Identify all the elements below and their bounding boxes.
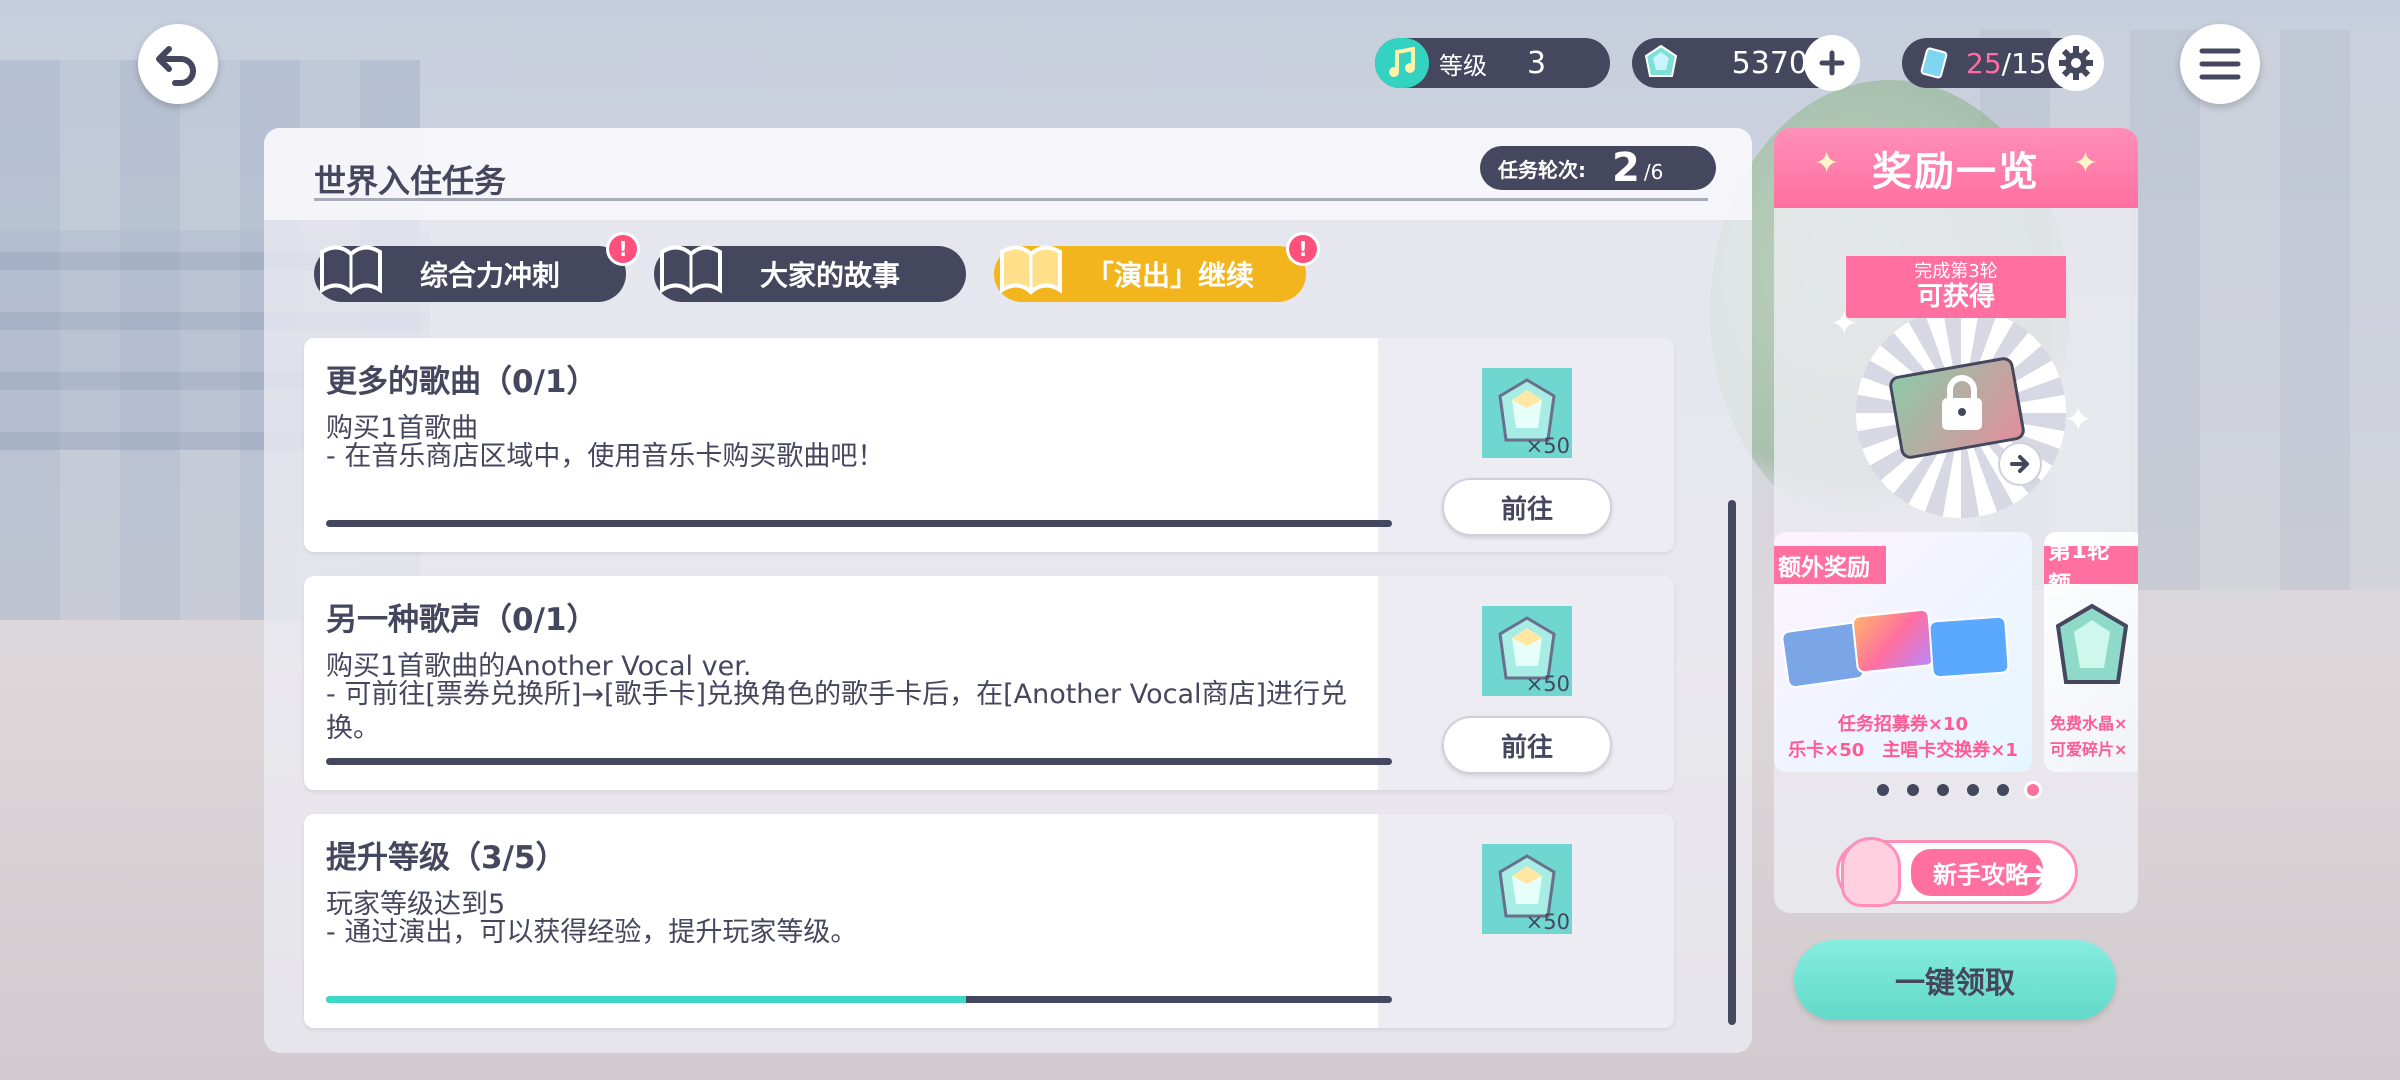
header-divider (314, 198, 1708, 201)
plus-icon (1819, 50, 1845, 76)
mission-card: 更多的歌曲（0/1） 购买1首歌曲 - 在音乐商店区域中，使用音乐卡购买歌曲吧！… (304, 338, 1674, 552)
back-button[interactable] (138, 24, 218, 104)
reward-overview-title: 奖励一览 (1872, 149, 2040, 195)
round-total: /6 (1643, 160, 1664, 184)
menu-button[interactable] (2180, 24, 2260, 104)
round-reward-ribbon: 完成第3轮 可获得 (1846, 256, 2066, 318)
music-note-icon (1375, 38, 1429, 88)
pager-dot[interactable] (1994, 781, 2012, 799)
reward-crystal: ×50 (1482, 844, 1572, 934)
mission-progress-bar (326, 520, 1392, 527)
sparkle-icon: ✦ (2072, 146, 2098, 181)
music-ticket-icon (1851, 608, 1935, 674)
pager-dot[interactable] (1874, 781, 1892, 799)
tab-power-sprint[interactable]: 综合力冲刺 ! (314, 232, 640, 302)
mission-title: 提升等级（3/5） (326, 840, 567, 876)
ribbon-status: 可获得 (1916, 282, 1995, 312)
round-reward-item-1: 免费水晶× (2050, 714, 2128, 733)
beginner-guide-button[interactable]: 新手攻略 (1836, 837, 2078, 907)
mission-hint: - 通过演出，可以获得经验，提升玩家等级。 (326, 917, 858, 948)
pager-dot[interactable] (1964, 781, 1982, 799)
arrow-right-icon (2025, 865, 2048, 885)
arrow-right-icon (2010, 455, 2029, 473)
round-label: 任务轮次: (1498, 157, 1586, 182)
beginner-guide-label: 新手攻略 (1911, 848, 2043, 896)
mission-progress-bar (326, 758, 1392, 765)
mission-panel-header: 世界入住任务 任务轮次: 2 /6 (264, 128, 1752, 220)
alert-badge: ! (1286, 232, 1320, 266)
mascot-icon (1841, 837, 1901, 907)
pager-dot[interactable] (2024, 781, 2042, 799)
level-indicator: 等级 3 (1375, 38, 1610, 88)
ticket-counter: 25/15 (1902, 35, 2104, 91)
extra-reward-item-2: 乐卡×50 主唱卡交换券×1 (1788, 740, 2018, 761)
reward-overview-header: ✦ 奖励一览 ✦ (1774, 128, 2138, 208)
sparkle-icon: ✦ (2064, 400, 2093, 440)
ticket-amount: 25/15 (1966, 47, 2047, 80)
claim-all-button[interactable]: 一键领取 (1794, 940, 2116, 1020)
ticket-max: /15 (2001, 46, 2047, 80)
gem-counter: 5370 (1632, 35, 1860, 91)
tab-performance-continue[interactable]: 「演出」继续 ! (994, 232, 1320, 302)
mission-hint: - 可前往[票券兑换所]→[歌手卡]兑换角色的歌手卡后，在[Another Vo… (326, 679, 1348, 744)
level-value: 3 (1527, 45, 1547, 81)
reward-crystal: ×50 (1482, 368, 1572, 458)
ticket-current: 25 (1966, 46, 2002, 80)
gem-amount: 5370 (1731, 45, 1808, 81)
extra-reward-tag: 额外奖励 (1774, 546, 1886, 584)
extra-reward-card[interactable]: 额外奖励 任务招募券×10 乐卡×50 主唱卡交换券×1 (1774, 532, 2032, 772)
mission-title: 另一种歌声（0/1） (326, 602, 598, 638)
go-button[interactable]: 前往 (1442, 478, 1612, 536)
mission-list-scrollbar[interactable] (1728, 500, 1736, 1025)
tab-everyone-story[interactable]: 大家的故事 (654, 245, 966, 302)
pager-dot[interactable] (1904, 781, 1922, 799)
sparkle-icon: ✦ (1830, 304, 1859, 344)
reward-quantity: ×50 (1525, 910, 1570, 934)
ribbon-condition: 完成第3轮 (1914, 261, 1998, 282)
tab-label: 「演出」继续 (1085, 259, 1254, 292)
tab-label: 综合力冲刺 (419, 259, 560, 292)
reward-overview-panel: ✦ 奖励一览 ✦ 完成第3轮 可获得 ✦ ✦ 额外奖励 任务招募券×10 乐卡×… (1774, 128, 2138, 913)
gear-icon (2059, 46, 2093, 80)
level-label: 等级 (1439, 51, 1487, 80)
mission-progress-bar (326, 996, 1392, 1003)
reward-pager-dots (1874, 781, 2042, 799)
round-reward-card[interactable]: 第1轮额 免费水晶× 可爱碎片× (2044, 532, 2138, 772)
next-reward-button[interactable] (1998, 442, 2042, 486)
round-reward-tag: 第1轮额 (2044, 538, 2138, 598)
hamburger-menu-icon (2199, 48, 2241, 80)
mission-hint: - 在音乐商店区域中，使用音乐卡购买歌曲吧！ (326, 441, 885, 472)
tab-label: 大家的故事 (759, 259, 900, 292)
page-title: 世界入住任务 (314, 162, 507, 200)
back-arrow-icon (156, 46, 196, 86)
progress-fill (326, 996, 966, 1003)
settings-button[interactable] (2048, 35, 2104, 91)
mission-card: 提升等级（3/5） 玩家等级达到5 - 通过演出，可以获得经验，提升玩家等级。 … (304, 814, 1674, 1028)
pager-dot[interactable] (1934, 781, 1952, 799)
reward-tickets-image (1780, 606, 2024, 696)
reward-quantity: ×50 (1525, 434, 1570, 458)
crystal-icon (2055, 603, 2129, 684)
mission-panel: 世界入住任务 任务轮次: 2 /6 综合力冲刺 ! 大家的故事 「演出」继续 !… (264, 128, 1752, 1053)
round-indicator: 任务轮次: 2 /6 (1480, 145, 1716, 191)
round-reward-item-2: 可爱碎片× (2050, 740, 2128, 759)
extra-reward-item-1: 任务招募券×10 (1837, 714, 1969, 735)
ticket-icon (1920, 47, 1948, 79)
sparkle-icon: ✦ (1814, 146, 1840, 181)
lock-icon (1942, 375, 1982, 430)
crystal-icon (1644, 44, 1678, 77)
mission-title: 更多的歌曲（0/1） (326, 364, 598, 400)
reward-quantity: ×50 (1525, 672, 1570, 696)
round-current: 2 (1612, 145, 1640, 191)
alert-badge: ! (606, 232, 640, 266)
exchange-ticket-icon (1928, 615, 2010, 679)
mission-card: 另一种歌声（0/1） 购买1首歌曲的Another Vocal ver. - 可… (304, 576, 1674, 790)
reward-crystal: ×50 (1482, 606, 1572, 696)
go-button[interactable]: 前往 (1442, 716, 1612, 774)
add-gems-button[interactable] (1804, 35, 1860, 91)
